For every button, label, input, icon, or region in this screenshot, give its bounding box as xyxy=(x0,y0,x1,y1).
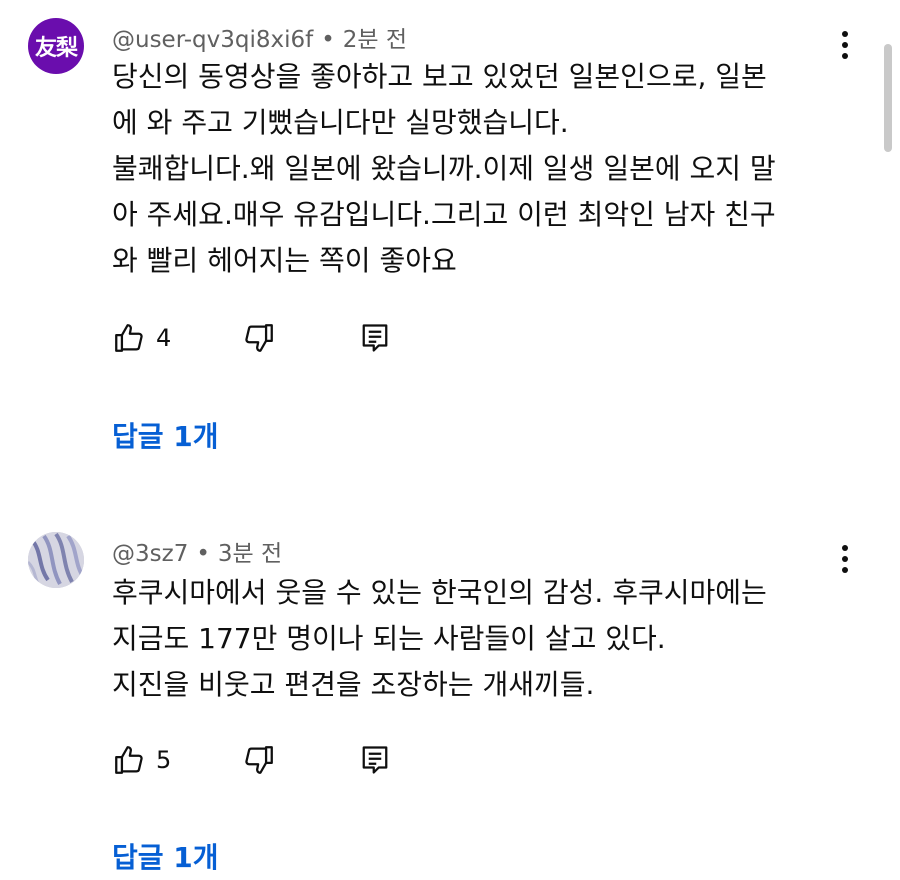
view-replies-button[interactable]: 답글 1개 xyxy=(112,415,219,455)
comment-line: 지진을 비웃고 편견을 조장하는 개새끼들. xyxy=(112,668,595,701)
comment-text: 후쿠시마에서 웃을 수 있는 한국인의 감성. 후쿠시마에는 지금도 177만 … xyxy=(112,570,832,708)
comment-line: 와 빨리 헤어지는 쪽이 좋아요 xyxy=(112,244,457,277)
more-vert-icon-dot xyxy=(842,556,848,562)
more-vert-icon-dot xyxy=(842,42,848,48)
like-button[interactable]: 5 xyxy=(112,740,171,780)
avatar[interactable]: 友梨 xyxy=(28,18,84,74)
more-vert-icon-dot xyxy=(842,567,848,573)
comment-reply-icon xyxy=(362,746,388,774)
more-options-button[interactable] xyxy=(830,28,860,68)
comment-meta: @3sz7 • 3분 전 xyxy=(112,534,282,568)
more-vert-icon-dot xyxy=(842,545,848,551)
thumbs-down-icon xyxy=(245,746,273,774)
avatar[interactable] xyxy=(28,532,84,588)
view-replies-button[interactable]: 답글 1개 xyxy=(112,836,219,876)
like-count: 4 xyxy=(156,324,172,352)
comment-line: 당신의 동영상을 좋아하고 보고 있었던 일본인으로, 일본 xyxy=(112,60,767,93)
comment-reply-icon xyxy=(362,324,388,352)
dislike-button[interactable] xyxy=(242,740,276,780)
meta-separator: • xyxy=(321,27,335,53)
more-options-button[interactable] xyxy=(830,542,860,582)
like-count: 5 xyxy=(156,746,172,774)
reply-button[interactable] xyxy=(360,740,390,780)
comment-line: 지금도 177만 명이나 되는 사람들이 살고 있다. xyxy=(112,622,666,655)
username[interactable]: @3sz7 xyxy=(112,541,188,567)
reply-button[interactable] xyxy=(360,318,390,358)
comment-line: 불쾌합니다.왜 일본에 왔습니까.이제 일생 일본에 오지 말 xyxy=(112,152,776,185)
dislike-button[interactable] xyxy=(242,318,276,358)
comment-line: 후쿠시마에서 웃을 수 있는 한국인의 감성. 후쿠시마에는 xyxy=(112,576,767,609)
comment-text: 당신의 동영상을 좋아하고 보고 있었던 일본인으로, 일본 에 와 주고 기뻤… xyxy=(112,54,832,284)
scrollbar-thumb[interactable] xyxy=(884,44,892,152)
timestamp[interactable]: 3분 전 xyxy=(218,541,282,567)
comment-line: 에 와 주고 기뻤습니다만 실망했습니다. xyxy=(112,106,569,139)
more-vert-icon-dot xyxy=(842,31,848,37)
username[interactable]: @user-qv3qi8xi6f xyxy=(112,27,313,53)
thumbs-up-icon xyxy=(115,324,143,352)
comment-meta: @user-qv3qi8xi6f • 2분 전 xyxy=(112,20,407,54)
meta-separator: • xyxy=(196,541,210,567)
comment-line: 아 주세요.매우 유감입니다.그리고 이런 최악인 남자 친구 xyxy=(112,198,776,231)
like-button[interactable]: 4 xyxy=(112,318,171,358)
avatar-image xyxy=(28,532,84,588)
avatar-initials: 友梨 xyxy=(34,36,78,61)
more-vert-icon-dot xyxy=(842,53,848,59)
thumbs-up-icon xyxy=(115,746,143,774)
timestamp[interactable]: 2분 전 xyxy=(343,27,407,53)
thumbs-down-icon xyxy=(245,324,273,352)
